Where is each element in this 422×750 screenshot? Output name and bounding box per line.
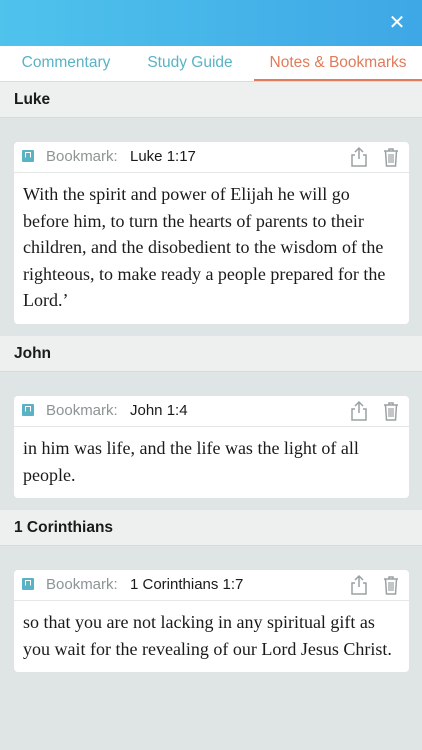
share-icon[interactable] bbox=[349, 146, 369, 168]
tab-notes-bookmarks[interactable]: Notes & Bookmarks bbox=[254, 46, 422, 81]
bookmark-type-label: Bookmark: bbox=[46, 576, 118, 593]
bookmark-card-header: Bookmark: 1 Corinthians 1:7 bbox=[14, 570, 409, 601]
bookmark-card-header: Bookmark: John 1:4 bbox=[14, 396, 409, 427]
bookmark-icon bbox=[22, 150, 34, 162]
bookmark-card-header: Bookmark: Luke 1:17 bbox=[14, 142, 409, 173]
bookmark-reference[interactable]: Luke 1:17 bbox=[130, 142, 196, 172]
bookmark-verse-text: in him was life, and the life was the li… bbox=[23, 438, 359, 485]
trash-icon[interactable] bbox=[381, 146, 401, 168]
bookmark-type-label: Bookmark: bbox=[46, 402, 118, 419]
section-header-john: John bbox=[0, 336, 422, 372]
section-header-1-corinthians: 1 Corinthians bbox=[0, 510, 422, 546]
tab-commentary[interactable]: Commentary bbox=[12, 46, 120, 79]
share-icon[interactable] bbox=[349, 400, 369, 422]
bookmark-verse-text: so that you are not lacking in any spiri… bbox=[23, 612, 392, 659]
tab-study-guide[interactable]: Study Guide bbox=[136, 46, 244, 79]
share-icon[interactable] bbox=[349, 574, 369, 596]
trash-icon[interactable] bbox=[381, 400, 401, 422]
trash-icon[interactable] bbox=[381, 574, 401, 596]
section-header-luke: Luke bbox=[0, 82, 422, 118]
bookmark-card-1-corinthians[interactable]: Bookmark: 1 Corinthians 1:7 so that you … bbox=[14, 570, 409, 672]
top-bar: ✕ bbox=[0, 0, 422, 46]
bookmark-card-luke[interactable]: Bookmark: Luke 1:17 With the spirit and … bbox=[14, 142, 409, 324]
bookmark-icon bbox=[22, 404, 34, 416]
bookmark-icon bbox=[22, 578, 34, 590]
tab-bar: Commentary Study Guide Notes & Bookmarks bbox=[0, 46, 422, 82]
bookmark-reference[interactable]: 1 Corinthians 1:7 bbox=[130, 570, 243, 600]
close-icon: ✕ bbox=[388, 12, 406, 34]
bookmark-type-label: Bookmark: bbox=[46, 148, 118, 165]
bookmark-card-john[interactable]: Bookmark: John 1:4 in him was life, and … bbox=[14, 396, 409, 498]
close-button[interactable]: ✕ bbox=[384, 10, 410, 36]
bookmark-reference[interactable]: John 1:4 bbox=[130, 396, 188, 426]
bookmark-verse-text: With the spirit and power of Elijah he w… bbox=[23, 184, 386, 310]
